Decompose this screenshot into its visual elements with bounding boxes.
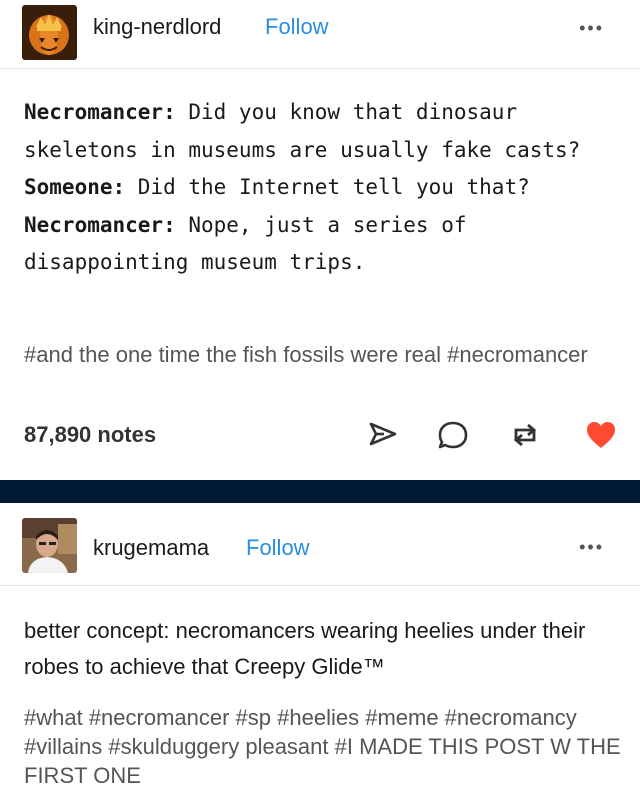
post-tags[interactable]: #and the one time the fish fossils were … [24,340,614,370]
post-body: better concept: necromancers wearing hee… [24,618,586,679]
dialog-text: Did the Internet tell you that? [125,175,530,199]
speaker-label: Necromancer: [24,100,176,124]
reply-icon[interactable] [436,418,470,452]
post-card-2: krugemama Follow ••• better concept: nec… [0,503,640,788]
post-header: krugemama Follow ••• [0,503,640,586]
like-icon[interactable] [584,418,618,452]
avatar[interactable] [22,5,77,60]
speaker-label: Someone: [24,175,126,199]
more-options-icon[interactable]: ••• [579,537,604,558]
post-body: Necromancer: Did you know that dinosaur … [24,94,624,282]
notes-count[interactable]: 87,890 notes [24,422,156,448]
share-icon[interactable] [366,418,400,452]
follow-button[interactable]: Follow [246,535,310,561]
post-card-1: king-nerdlord Follow ••• Necromancer: Di… [0,0,640,480]
more-options-icon[interactable]: ••• [579,18,604,39]
speaker-label: Necromancer: [24,212,176,237]
follow-button[interactable]: Follow [265,14,329,40]
dialog-line: Necromancer: Did you know that dinosaur … [24,94,624,169]
post-header: king-nerdlord Follow ••• [0,0,640,69]
dialog-line: Necromancer: Nope, just a series of disa… [24,207,624,282]
reblog-icon[interactable] [508,418,542,452]
username[interactable]: king-nerdlord [93,14,221,40]
avatar[interactable] [22,518,77,573]
dialog-line: Someone: Did the Internet tell you that? [24,169,624,207]
post-divider [0,480,640,503]
username[interactable]: krugemama [93,535,209,561]
post-tags[interactable]: #what #necromancer #sp #heelies #meme #n… [24,703,624,790]
